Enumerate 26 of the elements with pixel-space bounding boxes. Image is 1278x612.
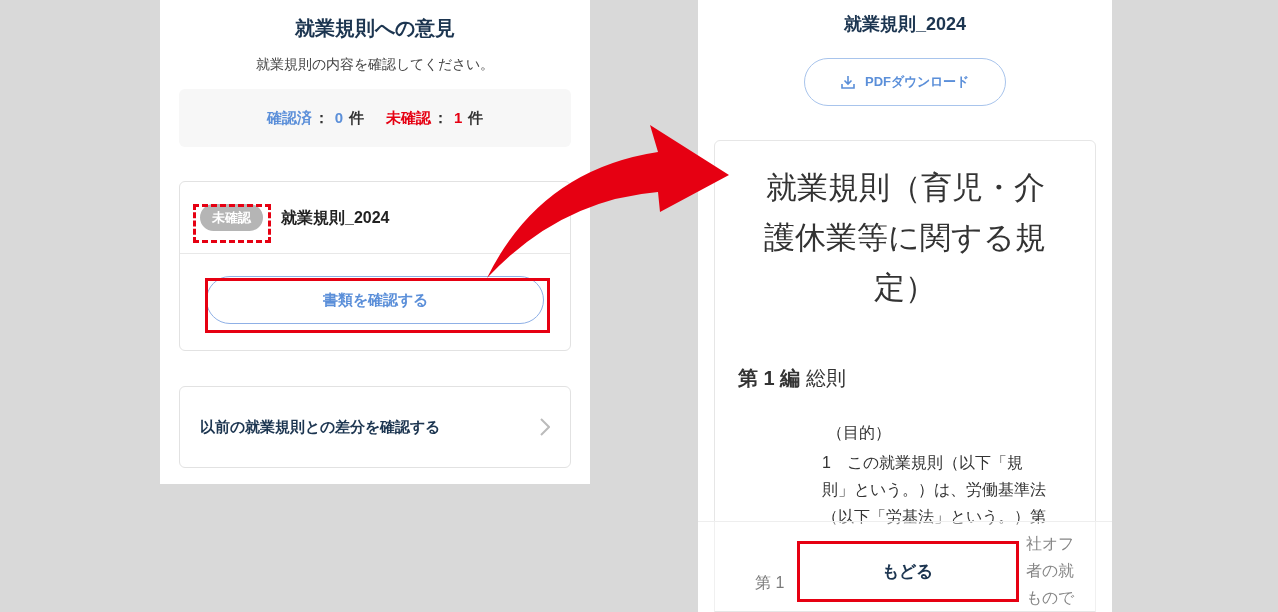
link-text: 以前の就業規則との差分を確認する	[200, 416, 440, 437]
body-text-line: もので	[1026, 588, 1074, 608]
body-text-line: 社オフ	[1026, 534, 1074, 554]
unit-text: 件	[468, 107, 484, 128]
screen-title: 就業規則への意見	[295, 16, 455, 41]
count-text: 0	[334, 107, 343, 128]
body-text-line: 1 この就業規則（以下「規	[822, 453, 1023, 473]
instruction-text: 就業規則の内容を確認してください。	[256, 55, 494, 74]
status-badge: 未確認	[200, 203, 263, 232]
chevron-right-icon	[540, 418, 550, 436]
diff-link-card[interactable]: 以前の就業規則との差分を確認する	[179, 386, 571, 468]
section-heading: 第 1 編 総則	[737, 366, 847, 391]
unit-text: 件	[349, 107, 364, 128]
separator-text: ：	[313, 107, 329, 128]
body-text-line: 第 1	[755, 573, 785, 593]
document-name: 就業規則_2024	[281, 207, 390, 228]
download-icon	[841, 75, 855, 89]
article-title: （目的）	[826, 423, 892, 443]
count-text: 1	[454, 107, 463, 128]
document-heading: 就業規則（育児・介護休業等に関する規定）	[763, 169, 1047, 307]
body-text-line: 則」という。）は、労働基準法	[822, 480, 1046, 500]
status-label: 確認済	[266, 107, 312, 128]
document-title: 就業規則_2024	[843, 13, 967, 36]
separator-text: ：	[433, 107, 448, 128]
body-text-line: 者の就	[1026, 561, 1074, 581]
status-label: 未確認	[386, 107, 431, 128]
